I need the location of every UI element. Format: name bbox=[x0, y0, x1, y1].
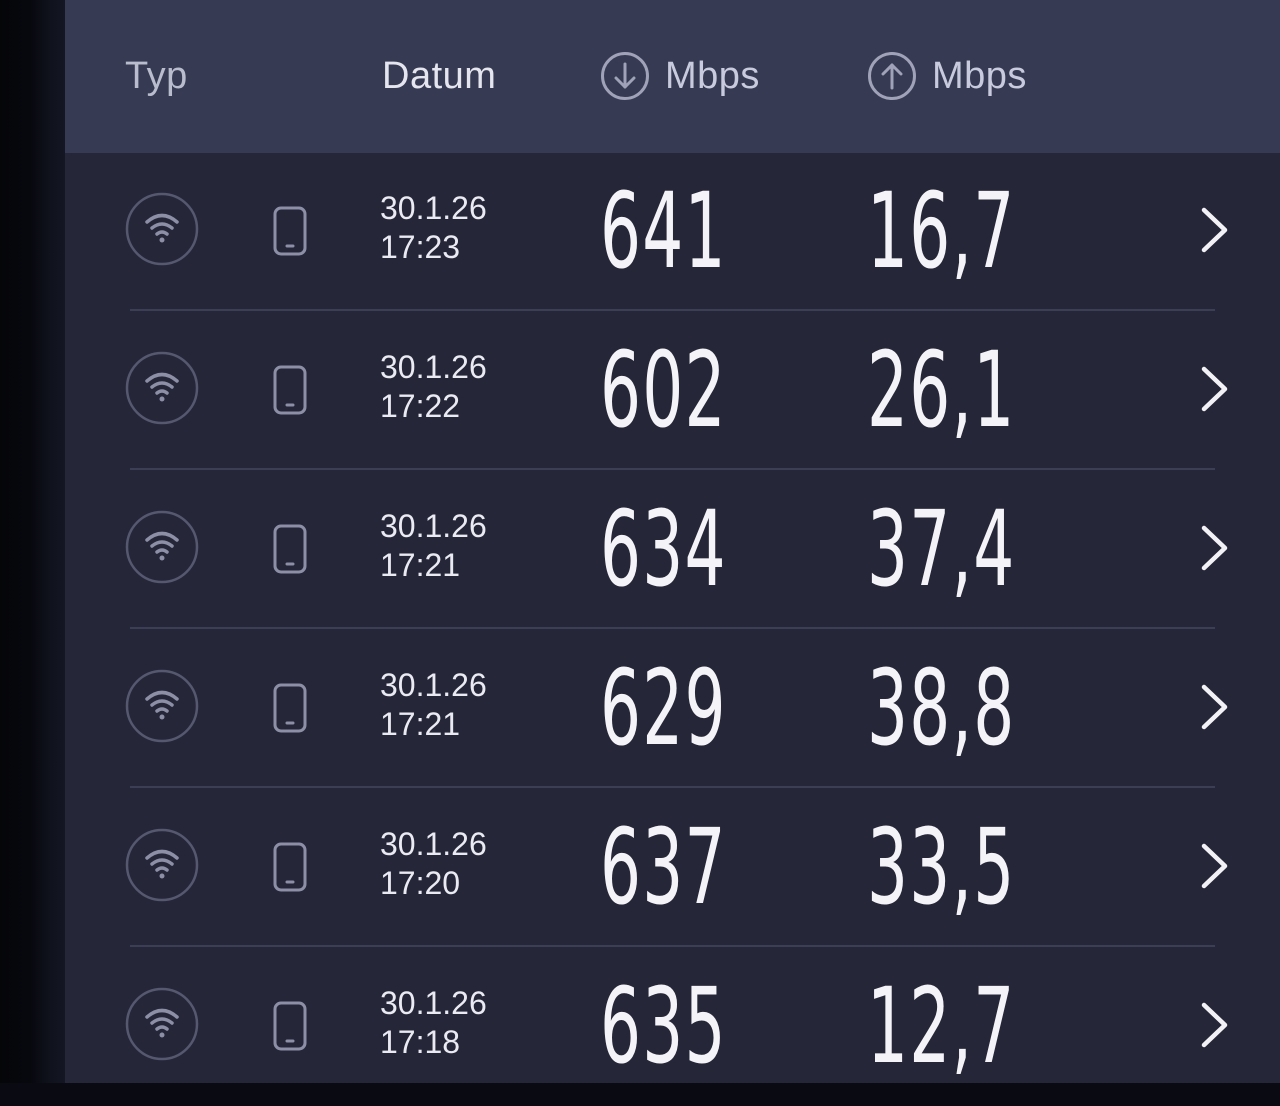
results-panel: Typ Datum Mbps Mbps 30.1.26 17:23 641 16… bbox=[65, 0, 1280, 1083]
results-header: Typ Datum Mbps Mbps bbox=[65, 0, 1280, 153]
header-download-unit[interactable]: Mbps bbox=[665, 52, 760, 100]
row-date: 30.1.26 bbox=[380, 190, 487, 226]
row-upload-value: 26,1 bbox=[867, 329, 1016, 451]
row-time: 17:21 bbox=[380, 547, 461, 583]
row-upload-value: 37,4 bbox=[867, 488, 1016, 610]
header-upload-unit[interactable]: Mbps bbox=[932, 52, 1027, 100]
result-row[interactable]: 30.1.26 17:18 635 12,7 bbox=[65, 947, 1280, 1106]
phone-icon bbox=[273, 524, 307, 574]
result-row[interactable]: 30.1.26 17:20 637 33,5 bbox=[65, 788, 1280, 947]
phone-icon bbox=[273, 365, 307, 415]
row-upload-value: 33,5 bbox=[867, 806, 1016, 928]
row-download-value: 635 bbox=[600, 965, 727, 1087]
result-row[interactable]: 30.1.26 17:21 629 38,8 bbox=[65, 629, 1280, 788]
result-row[interactable]: 30.1.26 17:22 602 26,1 bbox=[65, 311, 1280, 470]
row-upload-value: 12,7 bbox=[867, 965, 1016, 1087]
header-type-label[interactable]: Typ bbox=[125, 52, 188, 100]
chevron-right-icon[interactable] bbox=[1195, 682, 1235, 732]
wifi-icon bbox=[125, 987, 199, 1061]
arrow-up-circle-icon bbox=[868, 52, 916, 100]
result-row[interactable]: 30.1.26 17:23 641 16,7 bbox=[65, 152, 1280, 311]
row-upload-value: 38,8 bbox=[867, 647, 1016, 769]
row-download-value: 637 bbox=[600, 806, 727, 928]
chevron-right-icon[interactable] bbox=[1195, 841, 1235, 891]
header-date-label[interactable]: Datum bbox=[382, 52, 496, 100]
row-time: 17:20 bbox=[380, 865, 461, 901]
row-date: 30.1.26 bbox=[380, 826, 487, 862]
chevron-right-icon[interactable] bbox=[1195, 364, 1235, 414]
row-time: 17:18 bbox=[380, 1024, 461, 1060]
row-time: 17:23 bbox=[380, 229, 461, 265]
chevron-right-icon[interactable] bbox=[1195, 523, 1235, 573]
wifi-icon bbox=[125, 351, 199, 425]
row-upload-value: 16,7 bbox=[867, 170, 1016, 292]
phone-icon bbox=[273, 206, 307, 256]
wifi-icon bbox=[125, 192, 199, 266]
result-row[interactable]: 30.1.26 17:21 634 37,4 bbox=[65, 470, 1280, 629]
row-date: 30.1.26 bbox=[380, 508, 487, 544]
row-date: 30.1.26 bbox=[380, 349, 487, 385]
arrow-down-circle-icon bbox=[601, 52, 649, 100]
row-download-value: 634 bbox=[600, 488, 727, 610]
row-time: 17:22 bbox=[380, 388, 461, 424]
row-time: 17:21 bbox=[380, 706, 461, 742]
phone-icon bbox=[273, 842, 307, 892]
row-date: 30.1.26 bbox=[380, 667, 487, 703]
wifi-icon bbox=[125, 669, 199, 743]
chevron-right-icon[interactable] bbox=[1195, 1000, 1235, 1050]
phone-icon bbox=[273, 1001, 307, 1051]
left-edge bbox=[0, 0, 65, 1083]
row-date: 30.1.26 bbox=[380, 985, 487, 1021]
row-download-value: 602 bbox=[600, 329, 727, 451]
chevron-right-icon[interactable] bbox=[1195, 205, 1235, 255]
row-download-value: 641 bbox=[600, 170, 727, 292]
phone-icon bbox=[273, 683, 307, 733]
wifi-icon bbox=[125, 510, 199, 584]
wifi-icon bbox=[125, 828, 199, 902]
row-download-value: 629 bbox=[600, 647, 727, 769]
